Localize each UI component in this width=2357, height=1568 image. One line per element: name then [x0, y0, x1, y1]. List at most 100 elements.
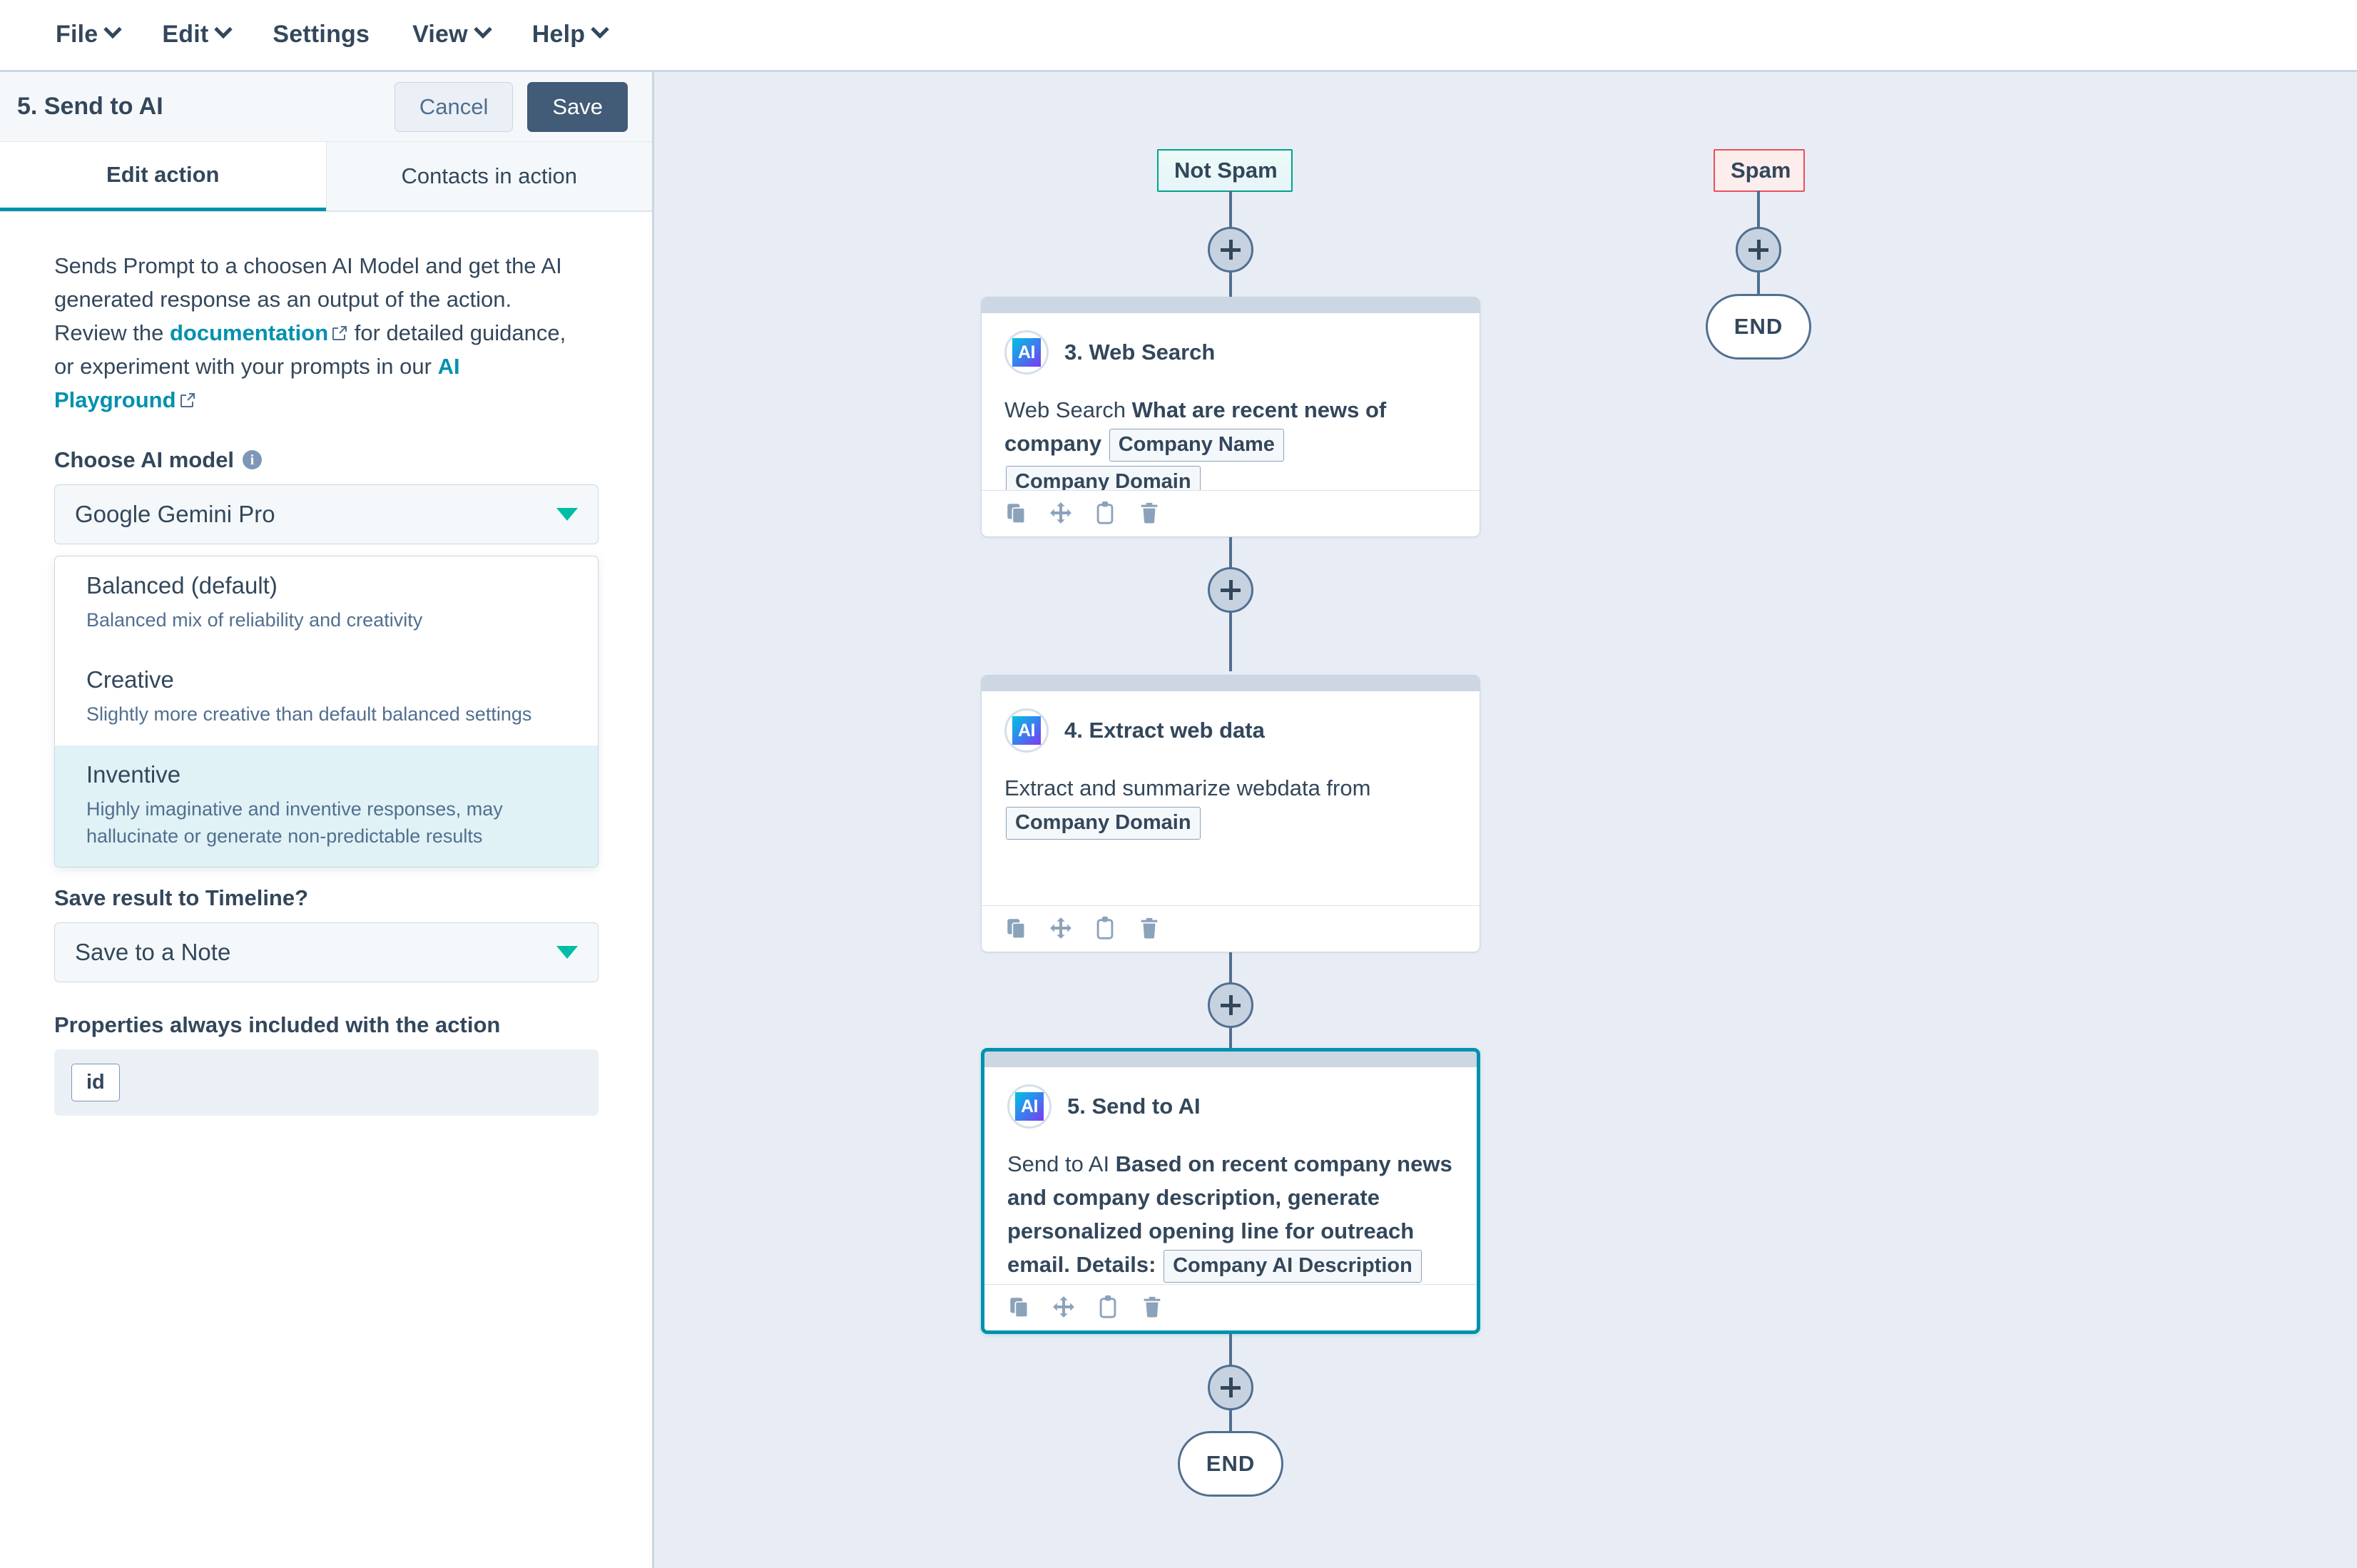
menu-item-view-label: View — [412, 21, 468, 48]
delete-icon[interactable] — [1137, 501, 1161, 525]
chevron-down-icon — [556, 507, 578, 521]
ai-model-label-row: Choose AI model i — [54, 447, 598, 473]
card-header: AI 3. Web Search — [1004, 330, 1457, 375]
add-step-button[interactable] — [1736, 227, 1781, 273]
external-link-icon — [331, 325, 348, 342]
connector-line — [1229, 1330, 1232, 1368]
chevron-down-icon — [591, 20, 610, 39]
workflow-canvas[interactable]: Not Spam AI 3. Web Search Web Search Wha… — [654, 70, 2357, 1568]
workflow-card-send-to-ai[interactable]: AI 5. Send to AI Send to AI Based on rec… — [981, 1048, 1480, 1334]
panel-tabs: Edit action Contacts in action — [0, 142, 652, 212]
menu-item-help-label: Help — [531, 21, 586, 48]
dropdown-option-subtitle: Highly imaginative and inventive respons… — [86, 798, 503, 847]
token-chip[interactable]: Company Domain — [1006, 807, 1201, 840]
move-icon[interactable] — [1049, 501, 1073, 525]
add-step-button[interactable] — [1208, 567, 1253, 613]
property-chip-id[interactable]: id — [71, 1063, 120, 1101]
dropdown-option-subtitle: Balanced mix of reliability and creativi… — [86, 609, 423, 631]
dropdown-option-title: Creative — [86, 666, 174, 693]
add-step-button[interactable] — [1208, 1365, 1253, 1410]
card-top-bar — [982, 676, 1480, 691]
chevron-down-icon — [103, 20, 123, 39]
move-icon[interactable] — [1049, 916, 1073, 940]
card-actions — [982, 905, 1480, 952]
connector-line — [1229, 1028, 1232, 1049]
card-description: Send to AI Based on recent company news … — [1007, 1147, 1454, 1284]
dropdown-option-subtitle: Slightly more creative than default bala… — [86, 703, 532, 726]
ai-model-select[interactable]: Google Gemini Pro — [54, 484, 599, 544]
ai-model-value: Google Gemini Pro — [75, 500, 275, 527]
card-title: 4. Extract web data — [1064, 718, 1265, 743]
branch-label-spam[interactable]: Spam — [1714, 149, 1805, 192]
dropdown-option-creative[interactable]: Creative Slightly more creative than def… — [55, 651, 598, 745]
chevron-down-icon — [474, 20, 492, 39]
menu-item-help[interactable]: Help — [511, 14, 628, 56]
delete-icon[interactable] — [1140, 1295, 1164, 1319]
page-title: 5. Send to AI — [17, 93, 163, 120]
action-edit-panel: 5. Send to AI Cancel Save Edit action Co… — [0, 70, 654, 1568]
card-text-prefix: Web Search — [1004, 397, 1132, 422]
menu-bar: File Edit Settings View Help — [0, 0, 2357, 70]
creativity-dropdown-menu: Balanced (default) Balanced mix of relia… — [54, 556, 599, 868]
panel-body: Sends Prompt to a choosen AI Model and g… — [0, 212, 652, 1116]
connector-line — [1229, 273, 1232, 298]
info-icon[interactable]: i — [243, 450, 263, 470]
properties-label-row: Properties always included with the acti… — [54, 1012, 598, 1038]
cancel-button[interactable]: Cancel — [394, 81, 514, 132]
ai-icon: AI — [1004, 708, 1049, 753]
action-description: Sends Prompt to a choosen AI Model and g… — [54, 249, 582, 417]
clipboard-icon[interactable] — [1096, 1295, 1120, 1319]
external-link-icon — [179, 392, 196, 409]
menu-item-edit-label: Edit — [162, 21, 209, 48]
properties-field: Properties always included with the acti… — [54, 1012, 599, 1116]
card-actions — [984, 1284, 1477, 1330]
timeline-label-row: Save result to Timeline? — [54, 885, 598, 911]
workflow-card-extract-web-data[interactable]: AI 4. Extract web data Extract and summa… — [981, 675, 1480, 952]
duplicate-icon[interactable] — [1004, 501, 1029, 525]
workflow-card-web-search[interactable]: AI 3. Web Search Web Search What are rec… — [981, 297, 1480, 537]
dropdown-option-title: Inventive — [86, 760, 181, 788]
tab-edit-action[interactable]: Edit action — [0, 142, 326, 211]
properties-box: id — [54, 1049, 599, 1116]
connector-line — [1229, 534, 1232, 571]
move-icon[interactable] — [1052, 1295, 1076, 1319]
timeline-label: Save result to Timeline? — [54, 885, 309, 910]
add-step-button[interactable] — [1208, 982, 1253, 1028]
dropdown-option-inventive[interactable]: Inventive Highly imaginative and inventi… — [55, 745, 598, 867]
card-top-bar — [984, 1052, 1477, 1067]
menu-item-file[interactable]: File — [34, 14, 141, 56]
menu-item-settings[interactable]: Settings — [251, 14, 391, 56]
card-description: Extract and summarize webdata from Compa… — [1004, 771, 1457, 842]
clipboard-icon[interactable] — [1093, 916, 1117, 940]
card-top-bar — [982, 297, 1480, 313]
end-node-right: END — [1706, 294, 1811, 360]
menu-item-view[interactable]: View — [391, 14, 511, 56]
card-description: Web Search What are recent news of compa… — [1004, 393, 1457, 490]
main-layout: 5. Send to AI Cancel Save Edit action Co… — [0, 70, 2357, 1568]
token-chip[interactable]: Company Name — [1109, 429, 1284, 462]
dropdown-option-title: Balanced (default) — [86, 572, 278, 599]
properties-label: Properties always included with the acti… — [54, 1012, 501, 1037]
card-actions — [982, 490, 1480, 536]
panel-header: 5. Send to AI Cancel Save — [0, 72, 652, 142]
menu-item-edit[interactable]: Edit — [141, 14, 251, 56]
delete-icon[interactable] — [1137, 916, 1161, 940]
ai-model-label: Choose AI model — [54, 447, 235, 472]
ai-icon: AI — [1007, 1084, 1052, 1129]
dropdown-option-balanced[interactable]: Balanced (default) Balanced mix of relia… — [55, 556, 598, 651]
branch-label-not-spam[interactable]: Not Spam — [1157, 149, 1293, 192]
tab-contacts-in-action[interactable]: Contacts in action — [325, 142, 652, 211]
token-chip[interactable]: Company AI Description — [1164, 1250, 1422, 1283]
save-button[interactable]: Save — [527, 81, 628, 132]
token-chip[interactable]: Company Domain — [1006, 465, 1201, 490]
card-title: 3. Web Search — [1064, 340, 1216, 365]
add-step-button[interactable] — [1208, 227, 1253, 273]
connector-line — [1229, 613, 1232, 671]
clipboard-icon[interactable] — [1093, 501, 1117, 525]
documentation-link[interactable]: documentation — [170, 320, 328, 345]
timeline-field: Save result to Timeline? Save to a Note — [54, 885, 599, 982]
duplicate-icon[interactable] — [1007, 1295, 1032, 1319]
timeline-select[interactable]: Save to a Note — [54, 922, 599, 982]
timeline-value: Save to a Note — [75, 938, 231, 965]
duplicate-icon[interactable] — [1004, 916, 1029, 940]
